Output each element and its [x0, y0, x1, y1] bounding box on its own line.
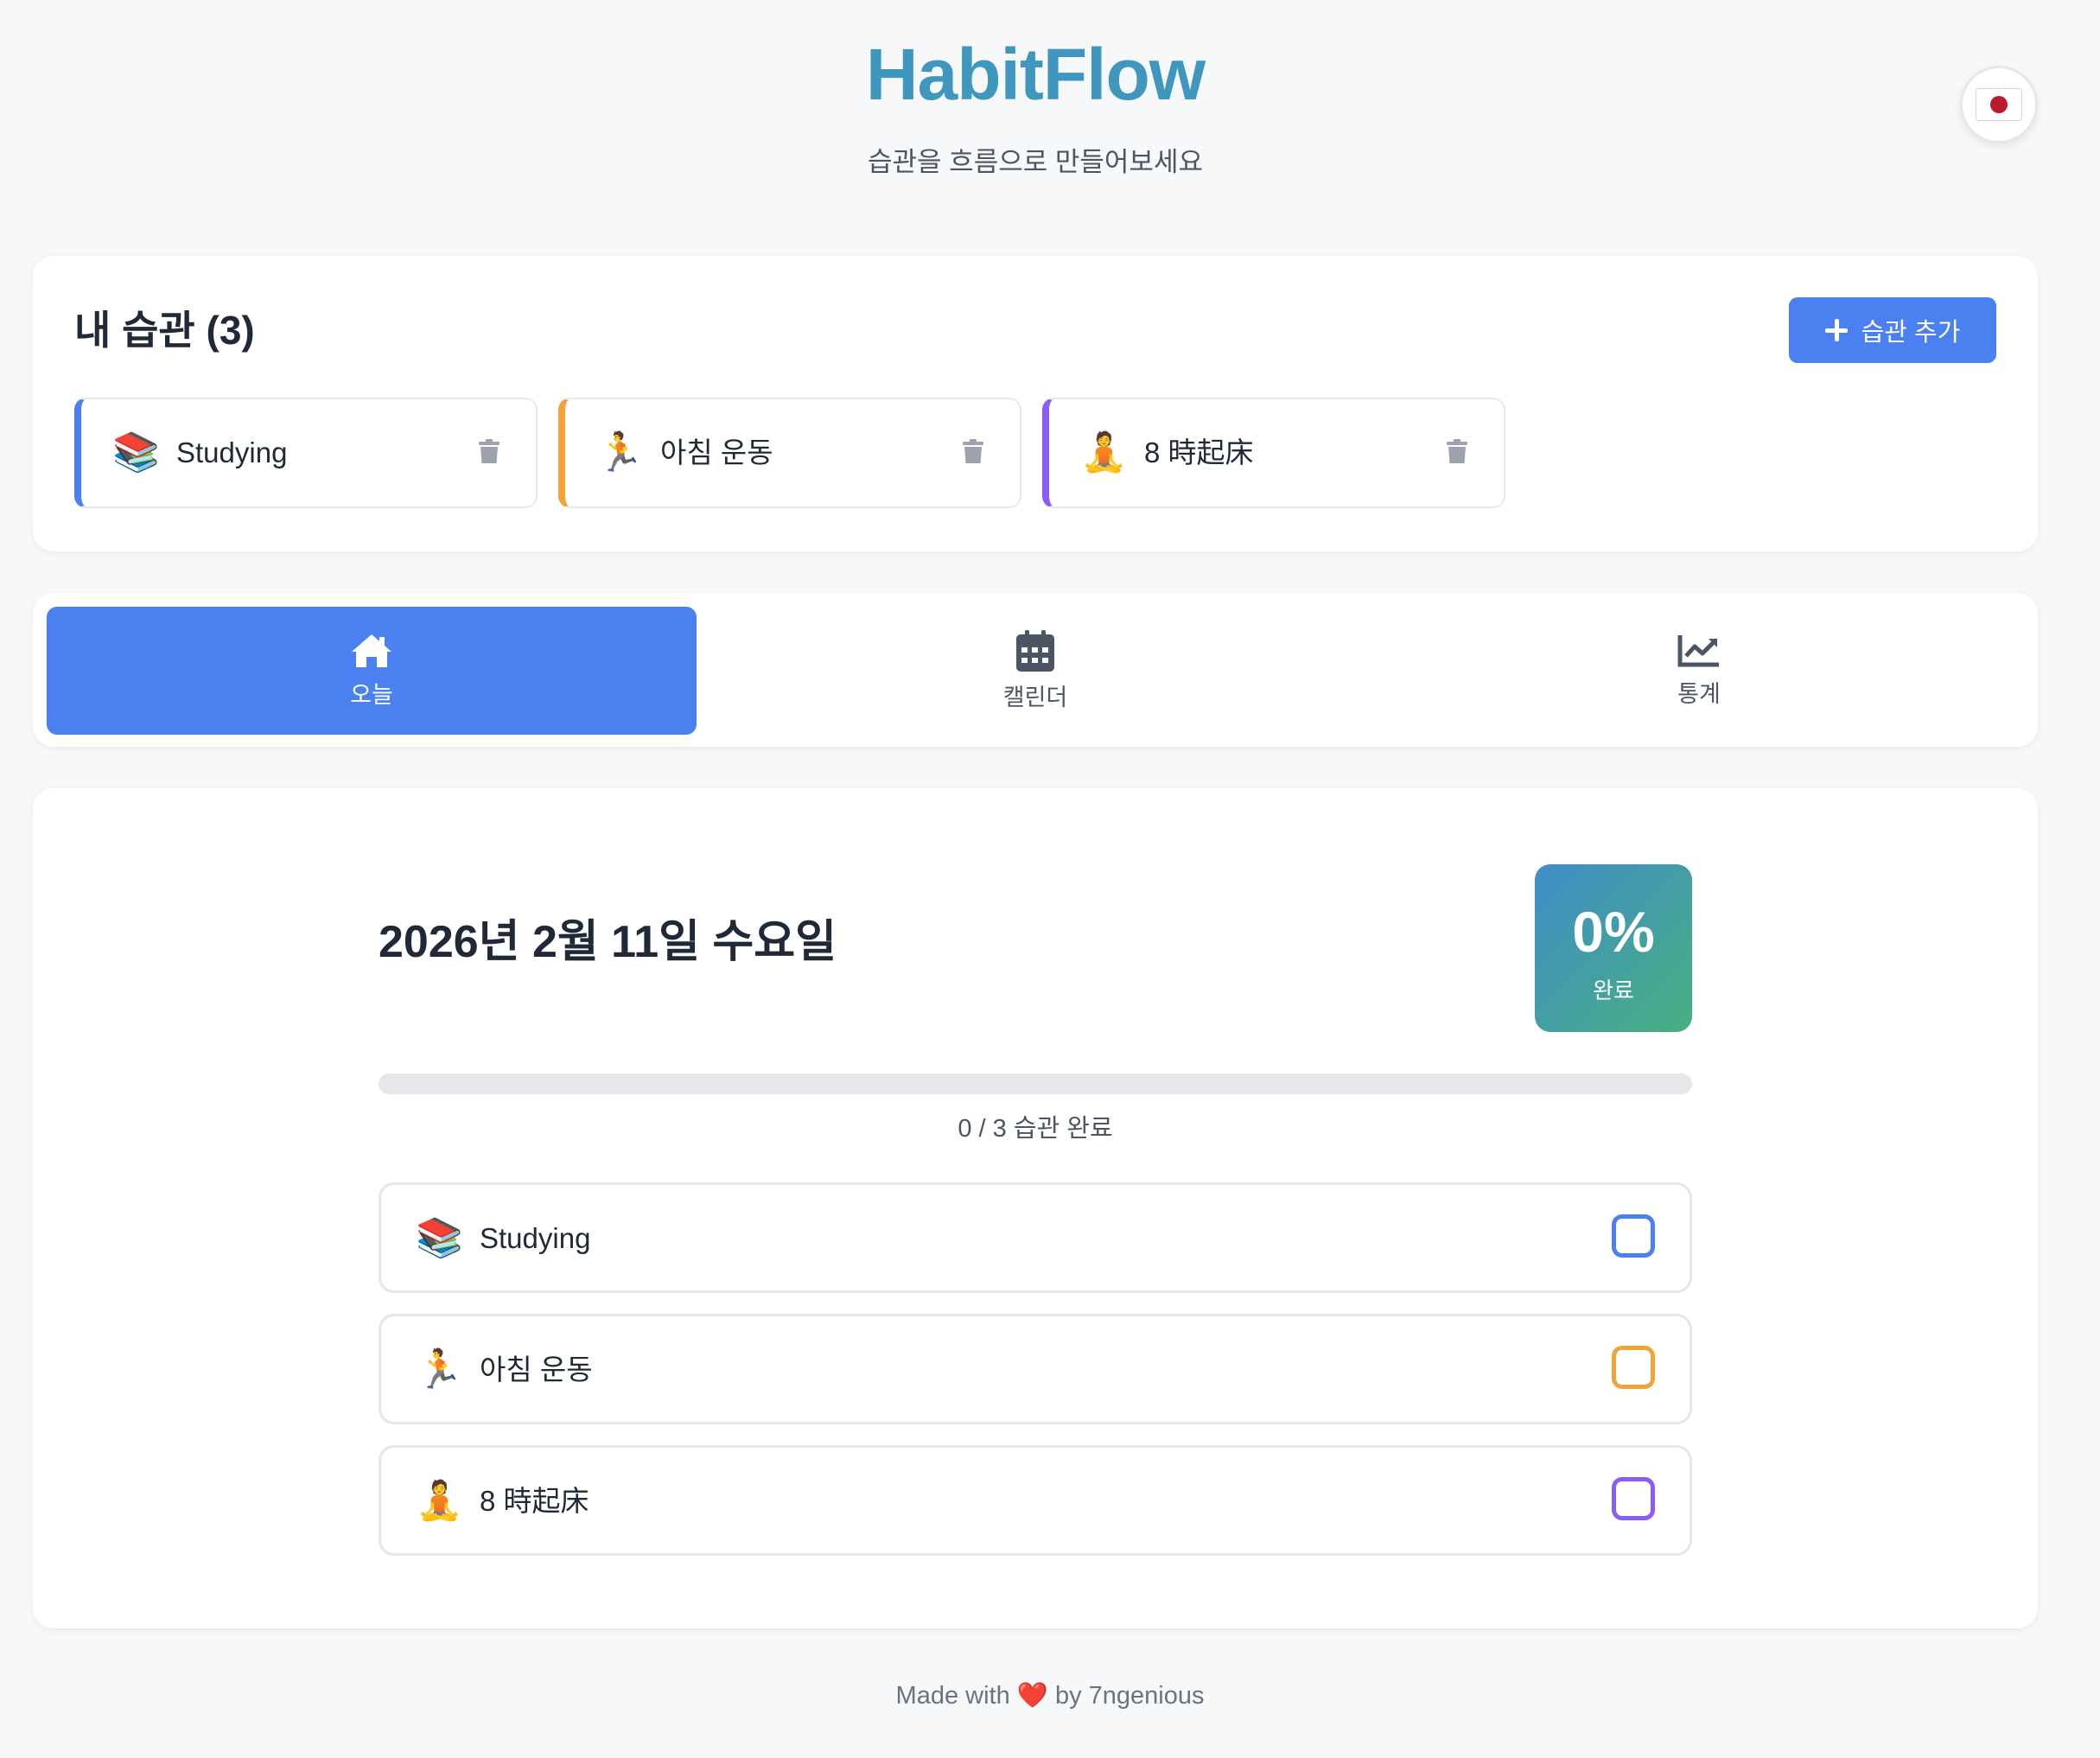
habit-chip-name: 아침 운동 — [660, 436, 773, 468]
add-habit-button-label: 습관 추가 — [1861, 319, 1961, 347]
habit-chip-name: Studying — [176, 436, 288, 468]
tab-calendar-label: 캘린더 — [1002, 685, 1068, 710]
trash-icon[interactable] — [1447, 439, 1467, 463]
checklist-item[interactable]: 🏃 아침 운동 — [379, 1314, 1692, 1424]
calendar-icon — [1016, 630, 1054, 672]
habit-chip[interactable]: 🧘 8 時起床 — [1042, 398, 1505, 508]
footer: Made with ❤️ by 7ngenious — [0, 1680, 2100, 1711]
tab-stats-label: 통계 — [1677, 681, 1721, 707]
flag-jp-icon — [1976, 88, 2022, 121]
runner-icon: 🏃 — [596, 430, 644, 475]
checklist-item[interactable]: 🧘 8 時起床 — [379, 1445, 1692, 1556]
habits-section-title: 내 습관 (3) — [74, 308, 255, 353]
footer-text-after: by 7ngenious — [1054, 1682, 1205, 1710]
plus-icon — [1824, 319, 1848, 341]
books-icon: 📚 — [416, 1216, 463, 1260]
tab-today[interactable]: 오늘 — [47, 607, 697, 735]
home-icon — [352, 634, 391, 667]
habit-list: 📚 Studying 🏃 아침 운동 🧘 8 時起床 — [74, 398, 1505, 508]
completion-badge: 0% 완료 — [1535, 864, 1692, 1032]
trash-icon[interactable] — [963, 439, 983, 463]
checklist-checkbox[interactable] — [1612, 1214, 1655, 1258]
habits-card: 내 습관 (3) 습관 추가 📚 Studying 🏃 아침 운동 🧘 8 時起… — [33, 256, 2038, 551]
tab-calendar[interactable]: 캘린더 — [710, 607, 1360, 735]
meditation-icon: 🧘 — [416, 1479, 463, 1523]
runner-icon: 🏃 — [416, 1347, 463, 1392]
tab-today-label: 오늘 — [350, 682, 393, 708]
footer-text-before: Made with — [895, 1682, 1010, 1710]
habit-chip[interactable]: 📚 Studying — [74, 398, 538, 508]
progress-bar — [379, 1073, 1692, 1094]
checklist-item-name: Studying — [480, 1222, 591, 1254]
books-icon: 📚 — [112, 430, 160, 475]
heart-icon: ❤️ — [1016, 1682, 1048, 1710]
checklist-checkbox[interactable] — [1612, 1346, 1655, 1389]
app-root: HabitFlow 습관을 흐름으로 만들어보세요 내 습관 (3) 습관 추가… — [33, 0, 2038, 1628]
progress-text: 0 / 3 습관 완료 — [958, 1115, 1113, 1143]
checklist-item[interactable]: 📚 Studying — [379, 1182, 1692, 1293]
add-habit-button[interactable]: 습관 추가 — [1789, 297, 1996, 363]
checklist-item-name: 아침 운동 — [480, 1354, 593, 1385]
today-checklist: 📚 Studying 🏃 아침 운동 🧘 8 時起床 — [379, 1182, 1692, 1576]
habit-chip[interactable]: 🏃 아침 운동 — [558, 398, 1021, 508]
today-content: 2026년 2월 11일 수요일 0% 완료 0 / 3 습관 완료 📚 Stu… — [379, 788, 1692, 1628]
trash-icon[interactable] — [479, 439, 500, 463]
tab-stats[interactable]: 통계 — [1374, 607, 2024, 735]
app-tagline: 습관을 흐름으로 만들어보세요 — [868, 147, 1203, 177]
completion-percent: 0% — [1572, 900, 1655, 964]
language-switch-button[interactable] — [1960, 66, 2038, 143]
header: HabitFlow 습관을 흐름으로 만들어보세요 — [33, 0, 2038, 256]
chart-line-icon — [1677, 635, 1719, 667]
checklist-item-name: 8 時起床 — [480, 1485, 589, 1517]
meditation-icon: 🧘 — [1080, 430, 1128, 475]
completion-label: 완료 — [1593, 978, 1634, 1003]
checklist-checkbox[interactable] — [1612, 1477, 1655, 1520]
today-panel: 2026년 2월 11일 수요일 0% 완료 0 / 3 습관 완료 📚 Stu… — [33, 788, 2038, 1628]
habit-chip-name: 8 時起床 — [1144, 436, 1254, 468]
app-title: HabitFlow — [865, 34, 1206, 115]
view-tabs: 오늘 캘린더 통계 — [33, 593, 2038, 747]
today-date: 2026년 2월 11일 수요일 — [379, 917, 837, 967]
